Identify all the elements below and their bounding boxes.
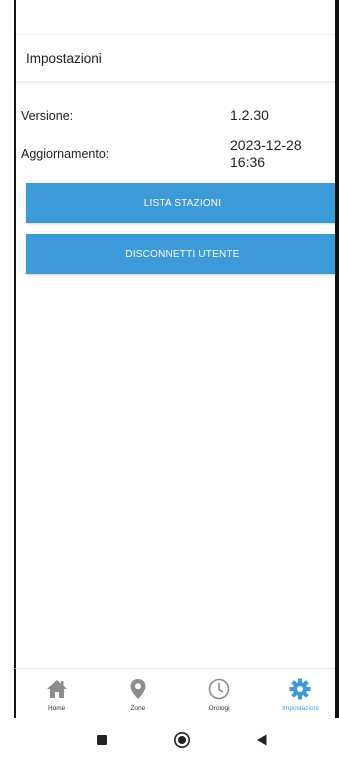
recents-icon (97, 735, 107, 745)
tab-impostazioni[interactable]: Impostazioni (260, 669, 339, 719)
system-navigation-bar (0, 718, 339, 762)
version-label: Versione: (21, 109, 74, 123)
update-label: Aggiornamento: (21, 147, 110, 161)
device-frame-edge (335, 0, 339, 718)
gear-icon (289, 678, 311, 700)
version-value: 1.2.30 (230, 107, 269, 123)
tab-home-label: Home (47, 705, 66, 712)
page-title: Impostazioni (26, 50, 102, 66)
version-row: Versione: 1.2.30 (16, 103, 339, 133)
home-icon (46, 680, 67, 698)
map-pin-icon (130, 679, 146, 699)
back-icon (257, 734, 267, 746)
tab-home[interactable]: Home (16, 669, 97, 719)
stations-list-button[interactable]: LISTA STAZIONI (26, 183, 339, 223)
update-time: 16:36 (230, 154, 266, 170)
system-home-button[interactable] (172, 730, 192, 750)
app-screen: Impostazioni Versione: 1.2.30 Aggiorname… (14, 0, 339, 718)
update-row: Aggiornamento: 2023-12-28 16:36 (16, 133, 339, 179)
logout-button[interactable]: DISCONNETTI UTENTE (26, 234, 339, 274)
back-button[interactable] (252, 730, 272, 750)
recents-button[interactable] (92, 730, 112, 750)
tab-orologi[interactable]: Orologi (179, 669, 260, 719)
clock-icon (208, 678, 230, 700)
tab-impostazioni-label: Impostazioni (282, 705, 319, 712)
page-header: Impostazioni (16, 35, 339, 83)
update-value: 2023-12-28 16:36 (230, 137, 302, 171)
update-date: 2023-12-28 (230, 137, 302, 153)
bottom-tab-bar: Home Zone Orologi Impostazioni (14, 668, 339, 719)
status-bar-area (16, 0, 339, 35)
tab-zone-label: Zone (130, 705, 146, 712)
tab-zone[interactable]: Zone (97, 669, 178, 719)
tab-orologi-label: Orologi (208, 705, 230, 712)
home-circle-icon (174, 732, 190, 748)
